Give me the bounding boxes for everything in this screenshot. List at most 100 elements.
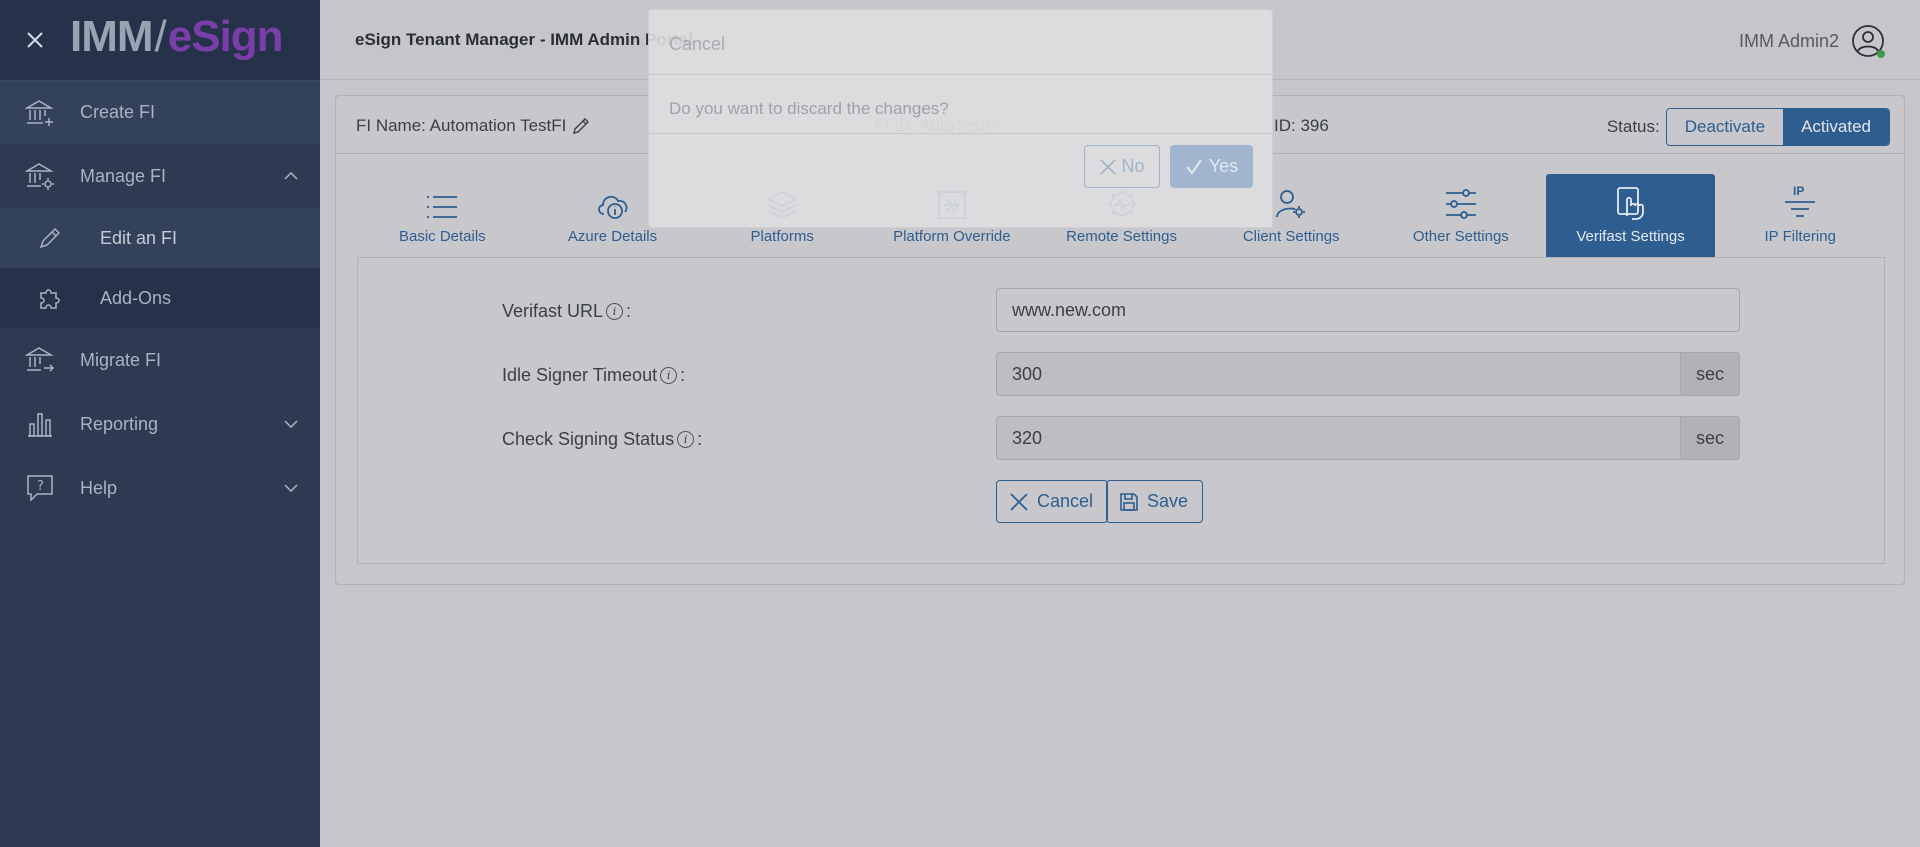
logo-imm: IMM	[70, 12, 154, 61]
sidebar-item-edit-fi[interactable]: Edit an FI	[0, 208, 320, 268]
tab-ip-filtering[interactable]: IP IP Filtering	[1715, 174, 1885, 257]
bank-arrow-icon	[0, 346, 80, 374]
verifast-settings-panel: Verifast URL i : www.new.com Idle Signer…	[357, 258, 1885, 564]
page-title: eSign Tenant Manager - IMM Admin Portal	[355, 30, 694, 49]
verifast-url-value: www.new.com	[1012, 299, 1127, 320]
modal-title: Cancel	[649, 10, 1272, 75]
fi-name-text: FI Name: Automation TestFI	[356, 116, 567, 135]
sidebar-item-label: Migrate FI	[80, 349, 162, 370]
fi-numeric-id: ID: 396	[1274, 116, 1329, 135]
tab-label: Basic Details	[398, 228, 486, 245]
tab-label: Remote Settings	[1066, 228, 1177, 245]
check-status-value: 320	[1012, 427, 1043, 448]
sidebar-item-label: Create FI	[80, 102, 156, 122]
hand-touch-icon	[1616, 187, 1644, 220]
status-control: Status: Deactivate Activated	[1607, 108, 1890, 146]
svg-text:?: ?	[37, 479, 44, 494]
seconds-suffix: sec	[1680, 352, 1740, 396]
sliders-icon	[1445, 189, 1476, 219]
user-gear-icon	[1276, 190, 1306, 218]
user-name: IMM Admin2	[1738, 30, 1839, 51]
manage-fi-submenu: Edit an FI Add-Ons	[0, 208, 320, 328]
verifast-url-input[interactable]: www.new.com	[996, 288, 1740, 332]
verifast-url-label-text: Verifast URL	[502, 301, 604, 321]
seconds-suffix: sec	[1680, 416, 1740, 460]
sidebar-item-manage-fi[interactable]: Manage FI	[0, 144, 320, 208]
idle-timeout-label: Idle Signer Timeout i :	[502, 365, 685, 386]
idle-timeout-label-text: Idle Signer Timeout	[502, 365, 658, 385]
tab-other-settings[interactable]: Other Settings	[1376, 174, 1546, 257]
save-button[interactable]: Save	[1106, 480, 1204, 523]
close-menu-button[interactable]	[0, 0, 70, 80]
pencil-icon	[0, 226, 100, 250]
tab-label: Client Settings	[1242, 228, 1340, 245]
tab-label: Azure Details	[567, 228, 658, 245]
check-status-label: Check Signing Status i :	[502, 429, 702, 450]
svg-text:IP: IP	[1793, 184, 1804, 198]
sidebar-item-label: Edit an FI	[100, 227, 178, 248]
tab-label: Platform Override	[893, 228, 1011, 245]
status-toggle: Deactivate Activated	[1665, 108, 1890, 146]
sidebar-item-label: Reporting	[80, 413, 159, 434]
close-icon	[1100, 158, 1117, 175]
bank-gear-icon	[0, 162, 80, 190]
list-icon	[427, 196, 458, 218]
cancel-label: Cancel	[1037, 491, 1094, 511]
sidebar-item-create-fi[interactable]: Create FI	[0, 80, 320, 144]
question-bubble-icon: ?	[0, 473, 80, 503]
user-menu[interactable]: IMM Admin2	[1739, 24, 1885, 58]
sidebar-item-label: Help	[80, 477, 118, 498]
close-icon	[1010, 492, 1028, 511]
sidebar-item-migrate-fi[interactable]: Migrate FI	[0, 328, 320, 392]
tab-basic-details[interactable]: Basic Details	[357, 174, 528, 257]
bar-chart-icon	[0, 410, 80, 438]
cloud-info-icon	[597, 195, 627, 219]
chevron-down-icon	[284, 484, 298, 492]
sidebar-header: IMM / eSign	[0, 0, 320, 80]
checkmark-icon	[1186, 158, 1202, 175]
sidebar: IMM / eSign Create FI Manage FI Edit an …	[0, 0, 320, 847]
idle-timeout-value: 300	[1012, 363, 1043, 384]
puzzle-icon	[0, 285, 100, 311]
activated-button[interactable]: Activated	[1783, 109, 1889, 145]
online-status-dot	[1877, 50, 1885, 58]
user-avatar-icon	[1851, 24, 1885, 58]
info-icon[interactable]: i	[660, 367, 678, 384]
modal-footer: No Yes	[649, 134, 1272, 229]
yes-label: Yes	[1208, 156, 1239, 176]
deactivate-button[interactable]: Deactivate	[1666, 109, 1784, 145]
no-button[interactable]: No	[1084, 145, 1160, 188]
logo-esign: eSign	[167, 12, 284, 61]
info-icon[interactable]: i	[606, 303, 624, 320]
label-colon: :	[680, 365, 686, 385]
check-status-label-text: Check Signing Status	[502, 429, 675, 449]
verifast-url-label: Verifast URL i :	[502, 301, 631, 322]
status-label: Status:	[1606, 117, 1660, 136]
sidebar-item-reporting[interactable]: Reporting	[0, 392, 320, 456]
tab-label: Verifast Settings	[1576, 228, 1685, 245]
tab-label: Platforms	[750, 228, 814, 245]
tab-label: IP Filtering	[1764, 228, 1836, 245]
label-colon: :	[697, 429, 703, 449]
chevron-down-icon	[284, 420, 298, 428]
yes-button[interactable]: Yes	[1170, 145, 1253, 188]
discard-changes-modal: Cancel Do you want to discard the change…	[648, 9, 1273, 228]
idle-timeout-input[interactable]: 300 sec	[996, 352, 1740, 396]
modal-message: Do you want to discard the changes?	[649, 75, 1272, 134]
check-status-input[interactable]: 320 sec	[996, 416, 1740, 460]
edit-pencil-icon[interactable]	[572, 117, 590, 135]
sidebar-item-label: Add-Ons	[100, 287, 172, 308]
tab-verifast-settings[interactable]: Verifast Settings	[1545, 174, 1716, 257]
label-colon: :	[626, 301, 632, 321]
no-label: No	[1121, 156, 1145, 176]
floppy-disk-icon	[1120, 492, 1138, 511]
chevron-up-icon	[284, 172, 298, 180]
logo-slash: /	[154, 12, 167, 61]
sidebar-item-add-ons[interactable]: Add-Ons	[0, 268, 320, 328]
sidebar-item-label: Manage FI	[80, 165, 167, 186]
cancel-button[interactable]: Cancel	[996, 480, 1109, 523]
info-icon[interactable]: i	[677, 431, 695, 448]
save-label: Save	[1147, 491, 1189, 511]
bank-plus-icon	[0, 99, 80, 127]
sidebar-item-help[interactable]: ? Help	[0, 456, 320, 520]
